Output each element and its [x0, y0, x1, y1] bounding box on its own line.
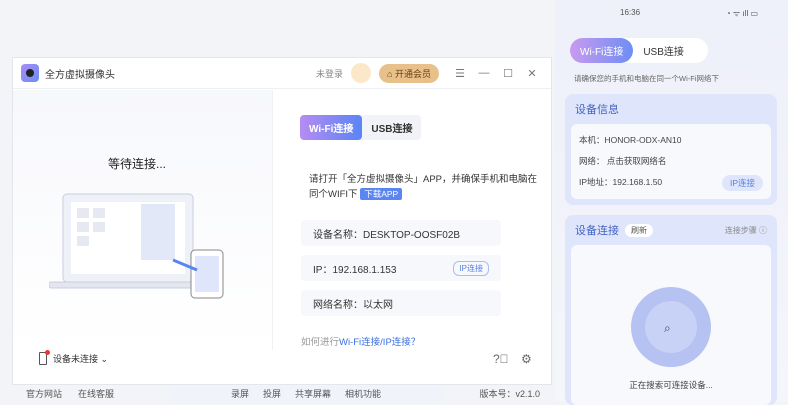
- tab-usb[interactable]: USB连接: [362, 115, 421, 140]
- phone-model: 本机：HONOR-ODX-AN10: [579, 135, 682, 145]
- menu-icon[interactable]: ☰: [449, 67, 471, 80]
- connection-tabs: Wi-Fi连接 USB连接: [300, 115, 422, 140]
- search-radar: ⌕: [631, 287, 711, 367]
- refresh-button[interactable]: 刷新: [625, 223, 653, 237]
- status-icons: ◔ ᯤ ıll ▭: [725, 9, 758, 18]
- howto-link[interactable]: Wi-Fi连接/IP连接？: [339, 337, 420, 348]
- bottom-bar: 官方网站 在线客服 录屏 投屏 共享屏幕 相机功能 版本号：v2.1.0: [12, 386, 552, 401]
- app-logo: [21, 64, 39, 82]
- waiting-text: 等待连接...: [108, 157, 167, 171]
- phone-ip-connect-button[interactable]: IP连接: [721, 175, 763, 191]
- network-name: 网络名称：以太网: [313, 299, 393, 311]
- waiting-panel: 等待连接...: [13, 90, 273, 350]
- app-title: 全方虚拟摄像头: [45, 69, 115, 81]
- ip-row: IP：192.168.1.153 IP连接: [301, 255, 501, 281]
- minimize-button[interactable]: —: [473, 67, 495, 79]
- title-bar: 全方虚拟摄像头 未登录 ⌂ 开通会员 ☰ — ☐ ✕: [13, 58, 551, 89]
- feature-links: 录屏 投屏 共享屏幕 相机功能: [170, 386, 442, 401]
- device-name-row: 设备名称：DESKTOP-OOSF02B: [301, 220, 501, 246]
- vip-label: 开通会员: [394, 68, 431, 79]
- phone-screen: 16:36 ◔ ᯤ ıll ▭ Wi-Fi连接 USB连接 请确保您的手机和电脑在…: [555, 0, 788, 405]
- feature-cast[interactable]: 投屏: [263, 387, 281, 400]
- laptop-phone-illustration: [49, 193, 224, 299]
- official-site-link[interactable]: 官方网站: [26, 387, 62, 400]
- network-row: 网络名称：以太网: [301, 290, 501, 316]
- howto-text: 如何进行Wi-Fi连接/IP连接？: [301, 334, 420, 348]
- search-icon: ⌕: [664, 321, 671, 335]
- howto-prefix: 如何进行: [301, 337, 340, 348]
- support-link[interactable]: 在线客服: [78, 387, 114, 400]
- connect-steps-link[interactable]: 连接步骤 ⓘ: [725, 225, 767, 236]
- avatar[interactable]: [351, 63, 372, 83]
- maximize-button[interactable]: ☐: [497, 67, 519, 80]
- ip-address: IP：192.168.1.153: [313, 264, 397, 276]
- phone-tab-usb[interactable]: USB连接: [633, 38, 694, 63]
- device-info-card: 设备信息 本机：HONOR-ODX-AN10 网络： 点击获取网络名 IP地址：…: [565, 94, 777, 205]
- phone-ip: IP地址：192.168.1.50: [579, 177, 663, 187]
- device-name: 设备名称：DESKTOP-OOSF02B: [313, 229, 461, 241]
- status-bar: 16:36 ◔ ᯤ ıll ▭: [555, 0, 788, 19]
- login-link[interactable]: 未登录: [316, 67, 343, 80]
- device-info-title: 设备信息: [575, 104, 619, 116]
- feature-record[interactable]: 录屏: [231, 387, 249, 400]
- device-status: 设备未连接 ⌄: [53, 354, 109, 364]
- feature-camera[interactable]: 相机功能: [345, 387, 381, 400]
- device-connect-title: 设备连接: [575, 225, 619, 237]
- connection-hint: 请打开「全方虚拟摄像头」APP，并确保手机和电脑在同个WIFI下 下载APP: [309, 172, 539, 202]
- close-button[interactable]: ✕: [521, 67, 543, 80]
- gear-icon[interactable]: ⚙: [521, 352, 532, 366]
- download-app-button[interactable]: 下载APP: [360, 188, 403, 200]
- phone-icon: [39, 350, 50, 365]
- version: 版本号：v2.1.0: [479, 389, 540, 399]
- vip-button[interactable]: ⌂ 开通会员: [379, 63, 439, 83]
- app-window: 全方虚拟摄像头 未登录 ⌂ 开通会员 ☰ — ☐ ✕ 等待连接... Wi-Fi…: [12, 57, 552, 385]
- device-connect-card: 设备连接 刷新 连接步骤 ⓘ ⌕ 正在搜索可连接设备...: [565, 215, 777, 405]
- hint-text: 请打开「全方虚拟摄像头」APP，并确保手机和电脑在同个WIFI下: [309, 174, 538, 200]
- ip-connect-button[interactable]: IP连接: [453, 260, 489, 276]
- device-status-dropdown[interactable]: 设备未连接 ⌄: [39, 350, 109, 365]
- time: 16:36: [620, 8, 641, 17]
- searching-text: 正在搜索可连接设备...: [629, 380, 713, 390]
- tab-wifi[interactable]: Wi-Fi连接: [300, 115, 363, 140]
- phone-tabs: Wi-Fi连接 USB连接: [570, 38, 708, 63]
- phone-tip: 请确保您的手机和电脑在同一个Wi-Fi网络下: [574, 74, 719, 83]
- phone-network[interactable]: 网络： 点击获取网络名: [579, 151, 763, 172]
- feature-share[interactable]: 共享屏幕: [295, 387, 331, 400]
- phone-tab-wifi[interactable]: Wi-Fi连接: [570, 38, 634, 63]
- help-icon[interactable]: ?⃝: [493, 352, 509, 366]
